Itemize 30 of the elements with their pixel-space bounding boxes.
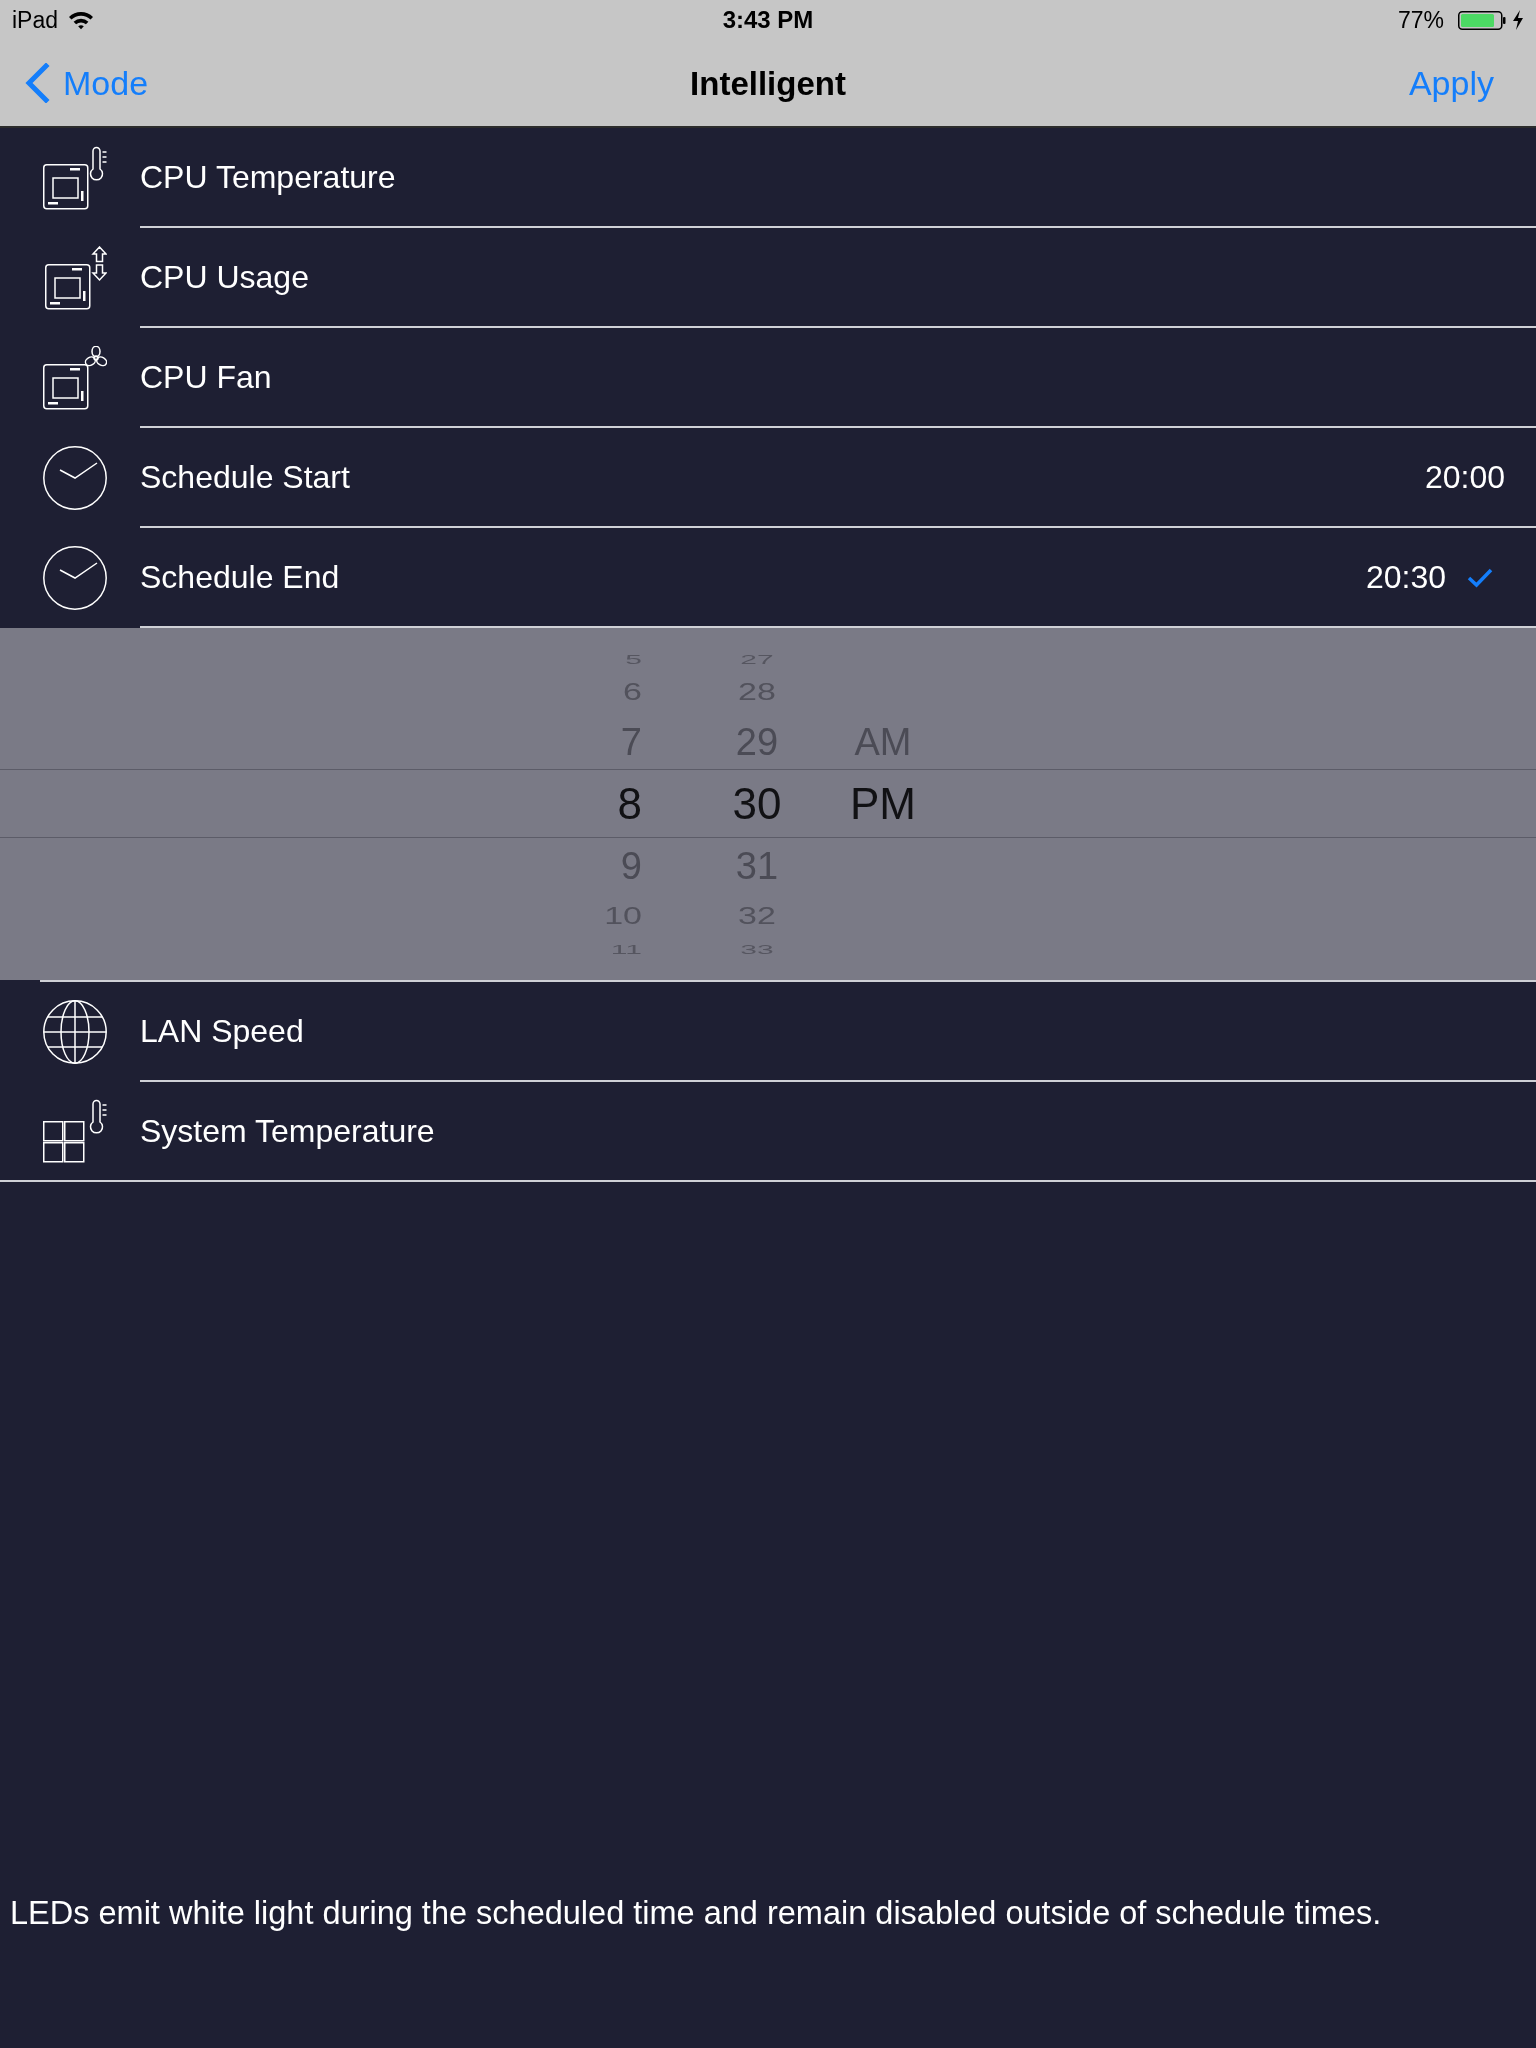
picker-option[interactable]: 30 xyxy=(732,782,782,826)
time-value: 20:00 xyxy=(1424,461,1505,493)
option-label[interactable]: CPU Usage xyxy=(140,261,309,293)
globe-icon xyxy=(43,1000,107,1064)
status-time: 3:43 PM xyxy=(722,8,814,32)
chip-arrows-icon xyxy=(43,246,107,310)
chevron-left-icon xyxy=(24,63,50,103)
chip-thermometer-icon xyxy=(43,146,107,210)
nav-title: Intelligent xyxy=(690,66,846,100)
picker-option[interactable]: 8 xyxy=(617,782,642,826)
option-label[interactable]: Schedule End xyxy=(140,561,340,593)
charging-bolt-icon xyxy=(1512,10,1524,30)
squares-thermometer-icon xyxy=(43,1099,107,1163)
picker-option[interactable]: PM xyxy=(850,782,916,826)
option-label[interactable]: Schedule Start xyxy=(140,461,350,493)
chip-fan-icon xyxy=(43,346,107,410)
option-label[interactable]: LAN Speed xyxy=(140,1015,304,1047)
apply-button[interactable]: Apply xyxy=(1408,66,1494,100)
clock-icon xyxy=(43,446,107,510)
device-name: iPad xyxy=(12,8,59,32)
option-label[interactable]: System Temperature xyxy=(140,1115,435,1147)
footer-note: LEDs emit white light during the scheduled time and remain disabled outside of schedule times. xyxy=(9,1894,1383,1933)
back-button[interactable]: Mode xyxy=(24,63,149,103)
option-label[interactable]: CPU Temperature xyxy=(140,161,396,193)
wifi-icon xyxy=(68,10,95,30)
battery-icon xyxy=(1458,10,1506,30)
time-value: 20:30 xyxy=(1365,561,1446,593)
battery-percent: 77% xyxy=(1397,8,1444,32)
clock-icon xyxy=(43,546,107,610)
option-label[interactable]: CPU Fan xyxy=(140,361,272,393)
